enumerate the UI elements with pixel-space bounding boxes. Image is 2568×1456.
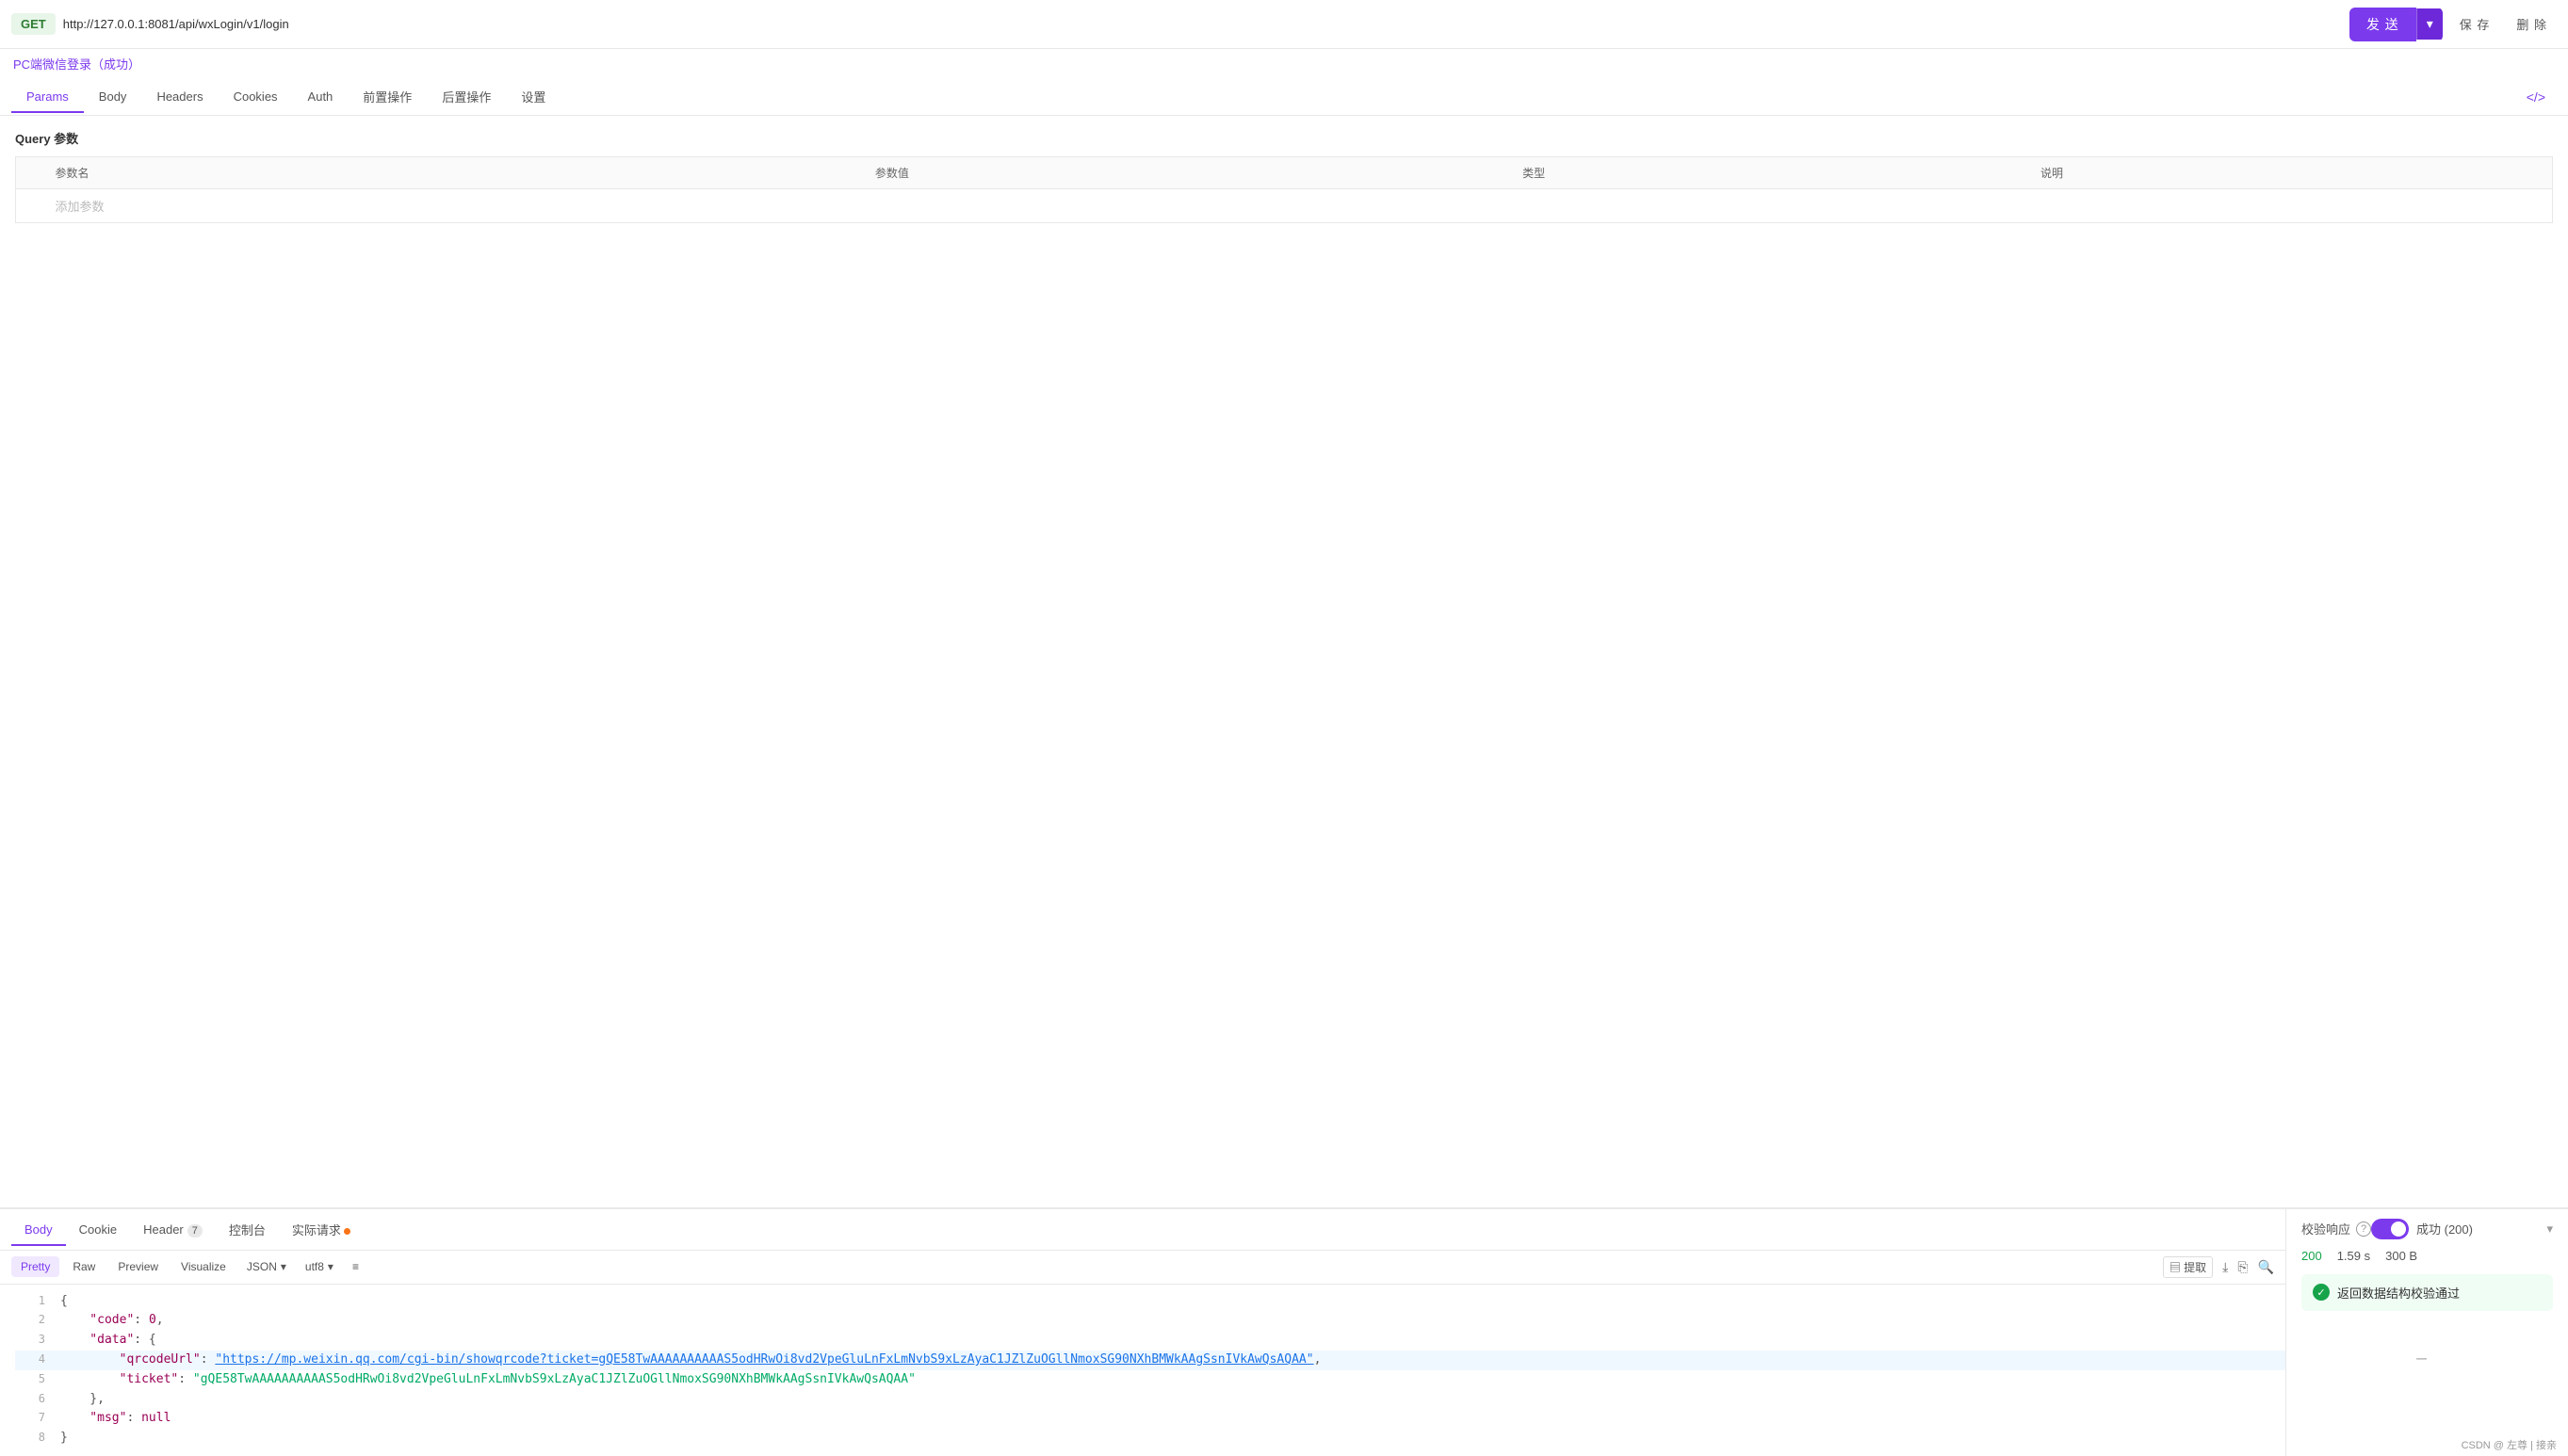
- line-num-7: 7: [15, 1409, 45, 1427]
- download-icon[interactable]: ⤓: [2222, 1259, 2228, 1275]
- line-num-4: 4: [15, 1351, 45, 1368]
- validation-toggle[interactable]: [2371, 1219, 2409, 1239]
- resp-tab-console[interactable]: 控制台: [216, 1211, 279, 1248]
- bottom-split: Body Cookie Header7 控制台 实际请求 Pretty Raw …: [0, 1209, 2568, 1456]
- chevron-down-icon: ▾: [281, 1260, 286, 1273]
- send-dropdown-arrow[interactable]: ▾: [2416, 8, 2443, 40]
- format-type-select[interactable]: JSON ▾: [239, 1256, 294, 1277]
- json-line-1: 1 {: [15, 1292, 2285, 1312]
- json-line-2: 2 "code": 0,: [15, 1311, 2285, 1331]
- request-tabs: Params Body Headers Cookies Auth 前置操作 后置…: [0, 78, 2568, 116]
- fmt-visualize[interactable]: Visualize: [171, 1256, 236, 1277]
- json-line-7: 7 "msg": null: [15, 1409, 2285, 1429]
- resp-tab-actual[interactable]: 实际请求: [279, 1211, 364, 1248]
- params-col-value: 参数值: [864, 157, 1511, 189]
- subtitle: PC端微信登录（成功）: [0, 49, 2568, 78]
- json-code-line: "code": 0,: [60, 1311, 2285, 1331]
- validation-panel: 校验响应 ? 成功 (200) ▾ 200 1.59 s 300 B ✓ 返回数…: [2285, 1209, 2568, 1456]
- params-add-row[interactable]: 添加参数: [16, 189, 2553, 223]
- resp-tab-body[interactable]: Body: [11, 1213, 66, 1246]
- line-num-6: 6: [15, 1390, 45, 1408]
- metric-time: 1.59 s: [2337, 1249, 2370, 1263]
- validation-pass: ✓ 返回数据结构校验通过: [2301, 1274, 2553, 1311]
- format-bar: Pretty Raw Preview Visualize JSON ▾ utf8…: [0, 1251, 2285, 1285]
- metric-size: 300 B: [2385, 1249, 2417, 1263]
- json-brace-close: }: [60, 1429, 2285, 1448]
- chevron-down-icon: ▾: [328, 1260, 333, 1273]
- fmt-pretty[interactable]: Pretty: [11, 1256, 59, 1277]
- filter-icon: ≡: [352, 1260, 359, 1273]
- line-num-2: 2: [15, 1311, 45, 1329]
- encoding-select[interactable]: utf8 ▾: [298, 1256, 341, 1277]
- top-bar: GET 发 送 ▾ 保 存 删 除: [0, 0, 2568, 49]
- line-num-1: 1: [15, 1292, 45, 1310]
- response-left: Body Cookie Header7 控制台 实际请求 Pretty Raw …: [0, 1209, 2285, 1456]
- line-num-5: 5: [15, 1370, 45, 1388]
- params-col-desc: 说明: [2029, 157, 2553, 189]
- bottom-panel: Body Cookie Header7 控制台 实际请求 Pretty Raw …: [0, 1207, 2568, 1456]
- line-num-3: 3: [15, 1331, 45, 1349]
- json-line-8: 8 }: [15, 1429, 2285, 1448]
- metric-status-code: 200: [2301, 1249, 2322, 1263]
- validation-header: 校验响应 ? 成功 (200) ▾: [2301, 1219, 2553, 1239]
- response-tabs: Body Cookie Header7 控制台 实际请求: [0, 1209, 2285, 1251]
- query-title: Query 参数: [15, 129, 2553, 147]
- line-num-8: 8: [15, 1429, 45, 1447]
- tab-params[interactable]: Params: [11, 80, 84, 113]
- resp-tab-cookie[interactable]: Cookie: [66, 1213, 130, 1246]
- help-icon[interactable]: ?: [2356, 1221, 2371, 1237]
- json-brace-open: {: [60, 1292, 2285, 1312]
- fmt-raw[interactable]: Raw: [63, 1256, 105, 1277]
- filter-icon-btn[interactable]: ≡: [345, 1256, 366, 1277]
- json-ticket-line: "ticket": "gQE58TwAAAAAAAAAAS5odHRwOi8vd…: [60, 1370, 2285, 1390]
- page-footer: CSDN @ 左尊 | 接亲: [2450, 1433, 2568, 1456]
- fmt-preview[interactable]: Preview: [108, 1256, 168, 1277]
- collapse-arrow-icon[interactable]: ▾: [2546, 1221, 2553, 1237]
- method-badge: GET: [11, 13, 56, 35]
- validation-label: 校验响应 ?: [2301, 1220, 2371, 1238]
- copy-icon[interactable]: ⎘: [2237, 1259, 2248, 1275]
- search-icon[interactable]: 🔍: [2258, 1259, 2274, 1275]
- send-button[interactable]: 发 送: [2349, 8, 2416, 41]
- url-input[interactable]: [63, 17, 2342, 31]
- extract-icon[interactable]: ▤ 提取: [2163, 1256, 2213, 1278]
- params-table: 参数名 参数值 类型 说明 添加参数: [15, 156, 2553, 223]
- tab-body[interactable]: Body: [84, 80, 142, 113]
- tab-settings[interactable]: 设置: [506, 78, 561, 115]
- save-button[interactable]: 保 存: [2450, 9, 2500, 39]
- query-section: Query 参数 参数名 参数值 类型 说明 添加参数: [0, 116, 2568, 223]
- send-button-group: 发 送 ▾: [2349, 8, 2443, 41]
- tab-auth[interactable]: Auth: [293, 80, 349, 113]
- tab-cookies[interactable]: Cookies: [219, 80, 293, 113]
- params-col-type: 类型: [1511, 157, 2029, 189]
- json-content: 1 { 2 "code": 0, 3 "data": { 4: [0, 1285, 2285, 1456]
- resp-tab-header[interactable]: Header7: [130, 1213, 216, 1246]
- delete-button[interactable]: 删 除: [2507, 9, 2557, 39]
- json-line-3: 3 "data": {: [15, 1331, 2285, 1351]
- params-col-name: 参数名: [44, 157, 864, 189]
- tab-post-op[interactable]: 后置操作: [427, 78, 506, 115]
- params-col-check: [16, 157, 44, 189]
- json-line-6: 6 },: [15, 1390, 2285, 1410]
- validation-status: 成功 (200): [2416, 1220, 2473, 1238]
- json-close-data: },: [60, 1390, 2285, 1410]
- tab-pre-op[interactable]: 前置操作: [348, 78, 427, 115]
- json-msg-line: "msg": null: [60, 1409, 2285, 1429]
- status-metrics: 200 1.59 s 300 B: [2301, 1249, 2553, 1263]
- format-actions: ▤ 提取 ⤓ ⎘ 🔍: [2163, 1256, 2274, 1278]
- params-add-placeholder[interactable]: 添加参数: [44, 189, 864, 223]
- check-icon: ✓: [2313, 1284, 2330, 1301]
- json-data-line: "data": {: [60, 1331, 2285, 1351]
- validation-pass-text: 返回数据结构校验通过: [2337, 1284, 2460, 1302]
- code-view-icon[interactable]: </>: [2515, 82, 2557, 112]
- tab-headers[interactable]: Headers: [141, 80, 218, 113]
- json-line-5: 5 "ticket": "gQE58TwAAAAAAAAAAS5odHRwOi8…: [15, 1370, 2285, 1390]
- json-line-4: 4 "qrcodeUrl": "https://mp.weixin.qq.com…: [15, 1351, 2285, 1370]
- json-qrcode-line: "qrcodeUrl": "https://mp.weixin.qq.com/c…: [60, 1351, 2285, 1370]
